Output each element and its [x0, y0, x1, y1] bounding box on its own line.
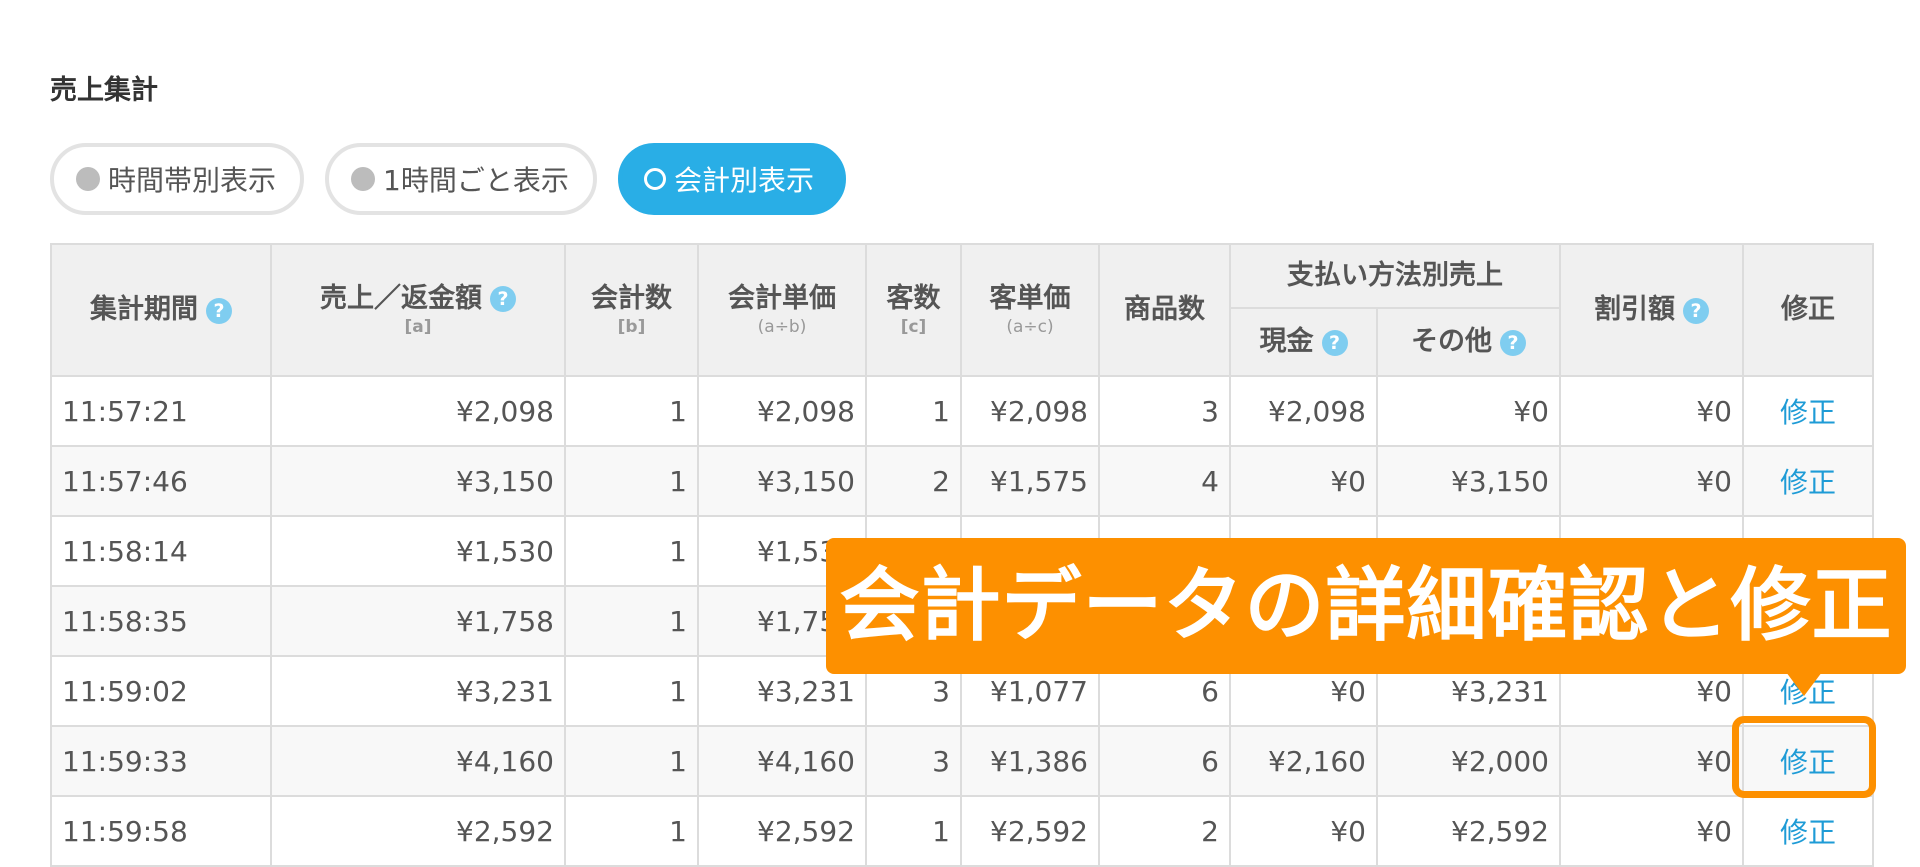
table-cell: ¥3,150	[1376, 445, 1561, 517]
header-customers: 客数 [c]	[865, 243, 962, 377]
table-cell: ¥2,592	[960, 795, 1100, 867]
table-cell: ¥2,098	[270, 375, 566, 447]
table-cell: 1	[564, 655, 699, 727]
header-payment-group: 支払い方法別売上	[1229, 243, 1561, 309]
edit-link[interactable]: 修正	[1742, 795, 1874, 867]
table-cell: ¥2,000	[1376, 725, 1561, 797]
callout-arrow-icon	[1786, 672, 1822, 696]
cell-time: 11:57:46	[50, 445, 272, 517]
edit-link[interactable]: 修正	[1742, 375, 1874, 447]
table-row: 11:59:33 ¥4,160 1 ¥4,160 3 ¥1,386 6 ¥2,160 ¥2,00…	[50, 725, 1874, 797]
table-cell: ¥2,592	[1376, 795, 1561, 867]
cell-time: 11:59:33	[50, 725, 272, 797]
table-cell: ¥1,758	[270, 585, 566, 657]
toggle-label: 時間帯別表示	[108, 164, 277, 197]
header-customer-price: 客単価 (a÷c)	[960, 243, 1100, 377]
table-cell: ¥2,098	[1229, 375, 1378, 447]
table-cell: ¥1,386	[960, 725, 1100, 797]
table-cell: ¥2,098	[697, 375, 867, 447]
table-cell: 1	[564, 795, 699, 867]
table-cell: ¥0	[1559, 725, 1744, 797]
table-cell: 3	[1098, 375, 1231, 447]
table-cell: ¥4,160	[270, 725, 566, 797]
help-icon[interactable]: ?	[1321, 329, 1348, 356]
cell-time: 11:57:21	[50, 375, 272, 447]
header-edit: 修正	[1742, 243, 1874, 377]
cell-time: 11:59:58	[50, 795, 272, 867]
table-cell: 1	[564, 585, 699, 657]
header-sub: [c]	[900, 316, 927, 337]
table-cell: ¥2,160	[1229, 725, 1378, 797]
table-row: 11:57:46 ¥3,150 1 ¥3,150 2 ¥1,575 4 ¥0 ¥3,150 ¥0 修…	[50, 445, 1874, 517]
header-sub: [b]	[617, 316, 646, 337]
table-cell: 2	[865, 445, 962, 517]
header-sub: [a]	[404, 316, 432, 337]
toggle-hourly-view[interactable]: 1時間ごと表示	[325, 143, 597, 215]
toggle-time-zone-view[interactable]: 時間帯別表示	[50, 143, 304, 215]
header-count: 会計数 [b]	[564, 243, 699, 377]
table-cell: 6	[1098, 725, 1231, 797]
table-cell: 1	[564, 445, 699, 517]
header-sub: (a÷b)	[757, 316, 807, 337]
edit-link[interactable]: 修正	[1742, 445, 1874, 517]
header-cash: 現金?	[1229, 307, 1378, 377]
radio-ring-icon	[644, 168, 666, 190]
help-icon[interactable]: ?	[1500, 329, 1526, 356]
header-unit-price: 会計単価 (a÷b)	[697, 243, 867, 377]
table-cell: 1	[564, 515, 699, 587]
help-icon[interactable]: ?	[490, 286, 516, 313]
table-cell: ¥0	[1376, 375, 1561, 447]
highlight-box	[1732, 716, 1876, 798]
table-cell: ¥4,160	[697, 725, 867, 797]
header-sales: 売上／返金額? [a]	[270, 243, 566, 377]
table-cell: 1	[564, 375, 699, 447]
table-cell: 1	[564, 725, 699, 797]
table-cell: ¥1,530	[270, 515, 566, 587]
toggle-label: 会計別表示	[674, 164, 815, 197]
table-cell: ¥3,150	[270, 445, 566, 517]
table-cell: ¥3,231	[270, 655, 566, 727]
table-cell: 1	[865, 795, 962, 867]
table-cell: ¥0	[1229, 795, 1378, 867]
toggle-label: 1時間ごと表示	[383, 164, 569, 197]
radio-dot-icon	[351, 167, 375, 191]
table-cell: 3	[865, 725, 962, 797]
header-sub: (a÷c)	[1006, 316, 1054, 337]
table-cell: ¥0	[1559, 445, 1744, 517]
table-cell: ¥2,592	[697, 795, 867, 867]
cell-time: 11:59:02	[50, 655, 272, 727]
table-cell: ¥0	[1559, 795, 1744, 867]
table-cell: ¥3,150	[697, 445, 867, 517]
table-cell: ¥2,592	[270, 795, 566, 867]
header-items: 商品数	[1098, 243, 1231, 377]
table-cell: ¥1,575	[960, 445, 1100, 517]
callout-banner: 会計データの詳細確認と修正	[826, 538, 1906, 674]
toggle-per-checkout-view[interactable]: 会計別表示	[618, 143, 846, 215]
help-icon[interactable]: ?	[206, 297, 232, 324]
table-cell: 2	[1098, 795, 1231, 867]
table-cell: 1	[865, 375, 962, 447]
table-cell: 4	[1098, 445, 1231, 517]
table-row: 11:59:58 ¥2,592 1 ¥2,592 1 ¥2,592 2 ¥0 ¥2,592 ¥0 修…	[50, 795, 1874, 867]
help-icon[interactable]: ?	[1683, 297, 1709, 324]
table-cell: ¥2,098	[960, 375, 1100, 447]
header-discount: 割引額?	[1559, 243, 1744, 377]
table-cell: ¥0	[1559, 375, 1744, 447]
cell-time: 11:58:14	[50, 515, 272, 587]
radio-dot-icon	[76, 167, 100, 191]
table-row: 11:57:21 ¥2,098 1 ¥2,098 1 ¥2,098 3 ¥2,098 ¥0 ¥0 修…	[50, 375, 1874, 447]
header-period: 集計期間?	[50, 243, 272, 377]
section-title: 売上集計	[50, 75, 158, 106]
header-other: その他?	[1376, 307, 1561, 377]
cell-time: 11:58:35	[50, 585, 272, 657]
table-cell: ¥0	[1229, 445, 1378, 517]
